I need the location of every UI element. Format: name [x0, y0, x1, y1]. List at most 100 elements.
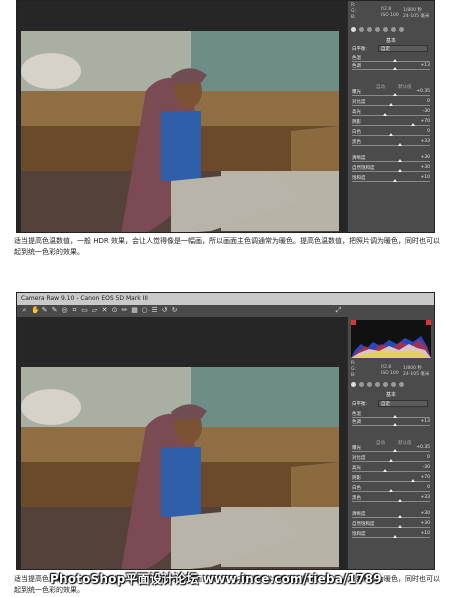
transform-tool-icon[interactable]: ▱ — [91, 307, 98, 314]
hsl-tab-icon[interactable] — [375, 27, 380, 32]
slider-row[interactable]: 阴影 +70 — [352, 119, 430, 128]
slider-thumb[interactable] — [392, 59, 397, 62]
split-toning-tab-icon[interactable] — [383, 27, 388, 32]
shadow-clip-icon[interactable] — [351, 320, 356, 325]
slider-thumb[interactable] — [398, 525, 403, 528]
slider-track[interactable] — [352, 527, 430, 528]
slider-thumb[interactable] — [392, 415, 397, 418]
rotate-right-icon[interactable]: ↻ — [171, 307, 178, 314]
basic-tab-icon[interactable] — [351, 382, 356, 387]
slider-value[interactable]: +30 — [421, 521, 431, 526]
slider-value[interactable]: +10 — [421, 531, 431, 536]
slider-thumb[interactable] — [382, 113, 387, 116]
slider-row[interactable]: 自然饱和度 +30 — [352, 521, 430, 530]
wb-select[interactable]: 自定 — [378, 45, 428, 52]
hsl-tab-icon[interactable] — [375, 382, 380, 387]
slider-track[interactable] — [352, 417, 430, 418]
detail-tab-icon[interactable] — [367, 27, 372, 32]
slider-value[interactable]: +70 — [421, 475, 431, 480]
zoom-tool-icon[interactable]: ⌕ — [21, 307, 28, 314]
slider-track[interactable] — [352, 161, 430, 162]
slider-value[interactable]: +33 — [421, 139, 431, 144]
slider-row[interactable]: 色调 +13 — [352, 419, 430, 428]
slider-thumb[interactable] — [392, 93, 397, 96]
basic-tab-icon[interactable] — [351, 27, 356, 32]
slider-thumb[interactable] — [410, 123, 415, 126]
slider-value[interactable]: -30 — [423, 109, 430, 114]
slider-row[interactable]: 饱和度 +10 — [352, 531, 430, 540]
slider-row[interactable]: 饱和度 +10 — [352, 175, 430, 184]
slider-thumb[interactable] — [392, 449, 397, 452]
slider-row[interactable]: 曝光 +0.35 — [352, 89, 430, 98]
red-eye-icon[interactable]: ⊙ — [111, 307, 118, 314]
slider-value[interactable]: +0.35 — [416, 445, 430, 450]
slider-row[interactable]: 自然饱和度 +30 — [352, 165, 430, 174]
slider-track[interactable] — [352, 61, 430, 62]
slider-thumb[interactable] — [410, 479, 415, 482]
slider-value[interactable]: 0 — [427, 455, 430, 460]
effects-tab-icon[interactable] — [399, 382, 404, 387]
auto-button[interactable]: 自动 — [376, 440, 385, 446]
slider-row[interactable]: 色调 +13 — [352, 63, 430, 72]
slider-track[interactable] — [352, 471, 430, 472]
slider-value[interactable]: +13 — [421, 63, 431, 68]
spot-removal-icon[interactable]: ✕ — [101, 307, 108, 314]
slider-row[interactable]: 清晰度 +30 — [352, 511, 430, 520]
crop-tool-icon[interactable]: ⌗ — [71, 307, 78, 314]
effects-tab-icon[interactable] — [399, 27, 404, 32]
slider-thumb[interactable] — [389, 133, 393, 136]
wb-select[interactable]: 自定 — [378, 400, 428, 407]
default-button[interactable]: 默认值 — [398, 440, 412, 446]
slider-track[interactable] — [352, 481, 430, 482]
slider-thumb[interactable] — [389, 489, 393, 492]
slider-row[interactable]: 对比度 0 — [352, 99, 430, 108]
slider-row[interactable]: 清晰度 +30 — [352, 155, 430, 164]
detail-tab-icon[interactable] — [367, 382, 372, 387]
rotate-left-icon[interactable]: ↺ — [161, 307, 168, 314]
slider-row[interactable]: 白色 0 — [352, 129, 430, 138]
slider-thumb[interactable] — [398, 143, 403, 146]
slider-track[interactable] — [352, 181, 430, 182]
slider-track[interactable] — [352, 125, 430, 126]
color-sampler-icon[interactable]: ✎ — [51, 307, 58, 314]
slider-track[interactable] — [352, 537, 430, 538]
slider-track[interactable] — [352, 115, 430, 116]
hand-tool-icon[interactable]: ✋ — [31, 307, 40, 314]
preferences-icon[interactable]: ☰ — [151, 307, 158, 314]
slider-thumb[interactable] — [392, 423, 397, 426]
auto-button[interactable]: 自动 — [376, 84, 385, 90]
slider-track[interactable] — [352, 517, 430, 518]
slider-thumb[interactable] — [398, 169, 403, 172]
slider-row[interactable]: 高光 -30 — [352, 109, 430, 118]
slider-value[interactable]: 0 — [427, 129, 430, 134]
slider-value[interactable]: +33 — [421, 495, 431, 500]
slider-track[interactable] — [352, 425, 430, 426]
highlight-clip-icon[interactable] — [426, 320, 431, 325]
radial-filter-icon[interactable]: ○ — [141, 307, 148, 314]
slider-thumb[interactable] — [392, 535, 397, 538]
slider-value[interactable]: 0 — [427, 485, 430, 490]
lens-tab-icon[interactable] — [391, 382, 396, 387]
slider-value[interactable]: +0.35 — [416, 89, 430, 94]
slider-row[interactable]: 对比度 0 — [352, 455, 430, 464]
adjustment-brush-icon[interactable]: ✏ — [121, 307, 128, 314]
tone-curve-tab-icon[interactable] — [359, 27, 364, 32]
slider-row[interactable]: 黑色 +33 — [352, 495, 430, 504]
slider-track[interactable] — [352, 451, 430, 452]
slider-track[interactable] — [352, 145, 430, 146]
slider-value[interactable]: -30 — [423, 465, 430, 470]
slider-row[interactable]: 曝光 +0.35 — [352, 445, 430, 454]
slider-row[interactable]: 黑色 +33 — [352, 139, 430, 148]
default-button[interactable]: 默认值 — [398, 84, 412, 90]
slider-value[interactable]: +70 — [421, 119, 431, 124]
slider-value[interactable]: 0 — [427, 99, 430, 104]
slider-thumb[interactable] — [389, 103, 393, 106]
slider-value[interactable]: +13 — [421, 419, 431, 424]
slider-thumb[interactable] — [398, 515, 403, 518]
targeted-adjust-icon[interactable]: ◎ — [61, 307, 68, 314]
graduated-filter-icon[interactable]: ▦ — [131, 307, 138, 314]
slider-row[interactable]: 阴影 +70 — [352, 475, 430, 484]
white-balance-tool-icon[interactable]: ✎ — [41, 307, 48, 314]
slider-thumb[interactable] — [392, 67, 397, 70]
slider-row[interactable]: 白色 0 — [352, 485, 430, 494]
